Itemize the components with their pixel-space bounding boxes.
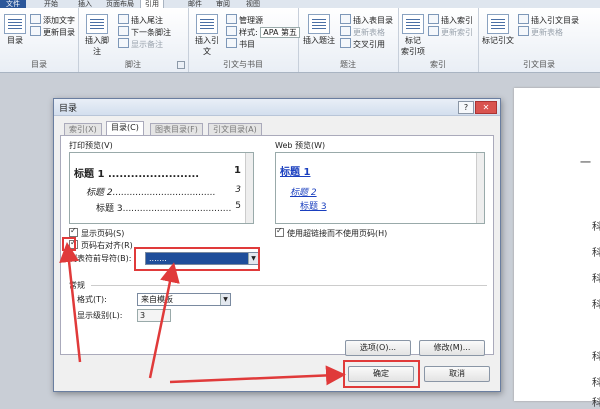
arrow-to-ok (169, 365, 346, 386)
annotation-arrows (59, 242, 346, 386)
arrow-to-tab-leader (148, 262, 180, 379)
arrow-to-right-align (59, 242, 82, 363)
